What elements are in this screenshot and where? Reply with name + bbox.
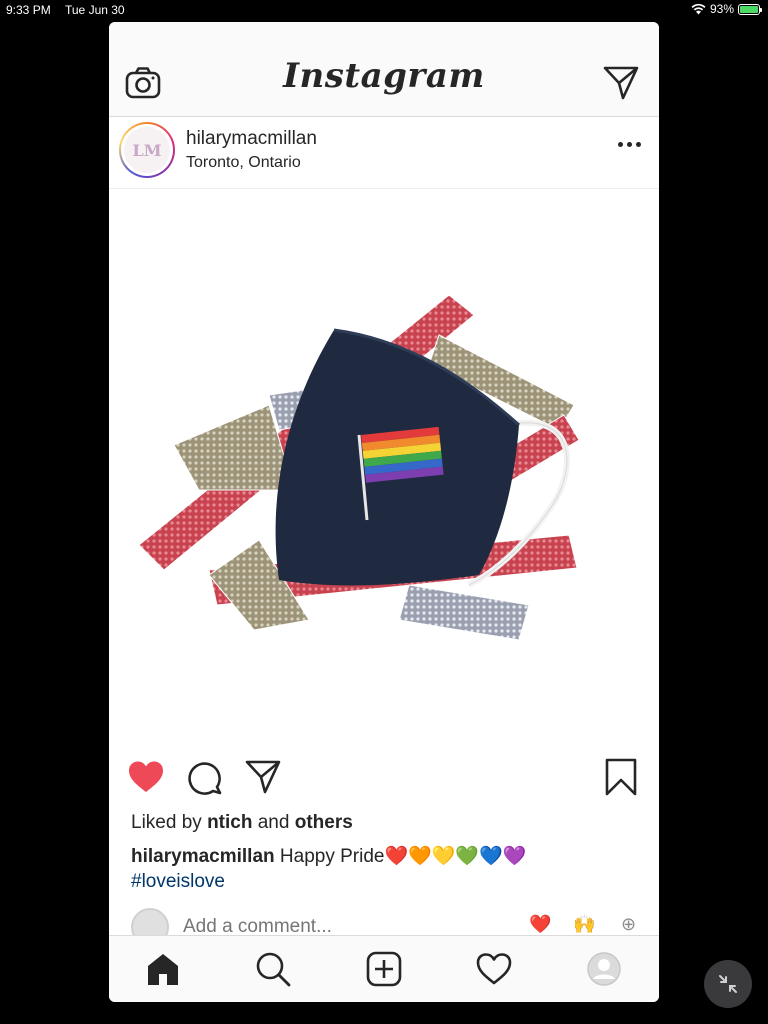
comment-icon[interactable]	[187, 760, 223, 796]
minimize-window-button[interactable]	[704, 960, 752, 1008]
tab-search[interactable]	[254, 950, 292, 988]
profile-icon	[587, 952, 621, 986]
direct-send-icon[interactable]	[603, 66, 639, 100]
caption-text: Happy Pride❤️🧡💛💚💙💜	[279, 846, 527, 867]
tab-profile[interactable]	[585, 950, 623, 988]
quick-react-heart[interactable]: ❤️	[529, 914, 551, 935]
activity-heart-icon	[476, 953, 512, 985]
share-icon[interactable]	[245, 760, 281, 794]
home-icon	[148, 954, 178, 985]
instagram-logo: Instagram	[283, 56, 485, 96]
top-nav-bar: Instagram	[109, 22, 659, 117]
status-bar: 9:33 PM Tue Jun 30 93%	[0, 0, 768, 20]
likes-prefix: Liked by	[131, 812, 202, 833]
battery-percent: 93%	[709, 2, 734, 16]
search-icon	[256, 952, 291, 987]
status-date: Tue Jun 30	[65, 3, 125, 17]
liked-by-user[interactable]: ntich	[207, 812, 252, 833]
tab-activity[interactable]	[475, 950, 513, 988]
caption-username[interactable]: hilarymacmillan	[131, 846, 275, 867]
bottom-tab-bar	[109, 935, 659, 1002]
status-right: 93%	[691, 2, 762, 16]
collapse-arrows-icon	[719, 975, 737, 993]
quick-react-raised-hands[interactable]: 🙌	[573, 914, 595, 935]
instagram-app: Instagram LM hilarymacmillan Toronto, On…	[109, 22, 659, 1002]
avatar-initials: LM	[124, 127, 170, 173]
bookmark-icon[interactable]	[605, 758, 637, 796]
status-time: 9:33 PM	[6, 3, 51, 17]
post-image-illustration	[138, 294, 580, 641]
post-location[interactable]: Toronto, Ontario	[186, 154, 301, 172]
more-dots-icon[interactable]	[618, 142, 641, 147]
wifi-icon	[691, 3, 706, 15]
caption-hashtag[interactable]: #loveislove	[131, 869, 641, 894]
likes-others[interactable]: others	[295, 812, 353, 833]
post-actions	[109, 750, 659, 800]
add-comment-row: ❤️ 🙌 ⊕	[131, 908, 641, 946]
post-image[interactable]	[109, 190, 659, 750]
post-username[interactable]: hilarymacmillan	[186, 128, 317, 150]
likes-middle: and	[257, 812, 290, 833]
tab-home[interactable]	[144, 950, 182, 988]
like-heart-icon[interactable]	[127, 760, 165, 794]
quick-react-add-icon[interactable]: ⊕	[621, 914, 636, 935]
battery-icon	[738, 3, 762, 15]
new-post-icon	[366, 951, 402, 987]
likes-summary[interactable]: Liked by ntich and others	[131, 812, 353, 834]
tab-new-post[interactable]	[365, 950, 403, 988]
post-caption: hilarymacmillan Happy Pride❤️🧡💛💚💙💜 #love…	[131, 844, 641, 894]
avatar[interactable]: LM	[119, 122, 175, 178]
post-header: LM hilarymacmillan Toronto, Ontario	[109, 117, 659, 189]
